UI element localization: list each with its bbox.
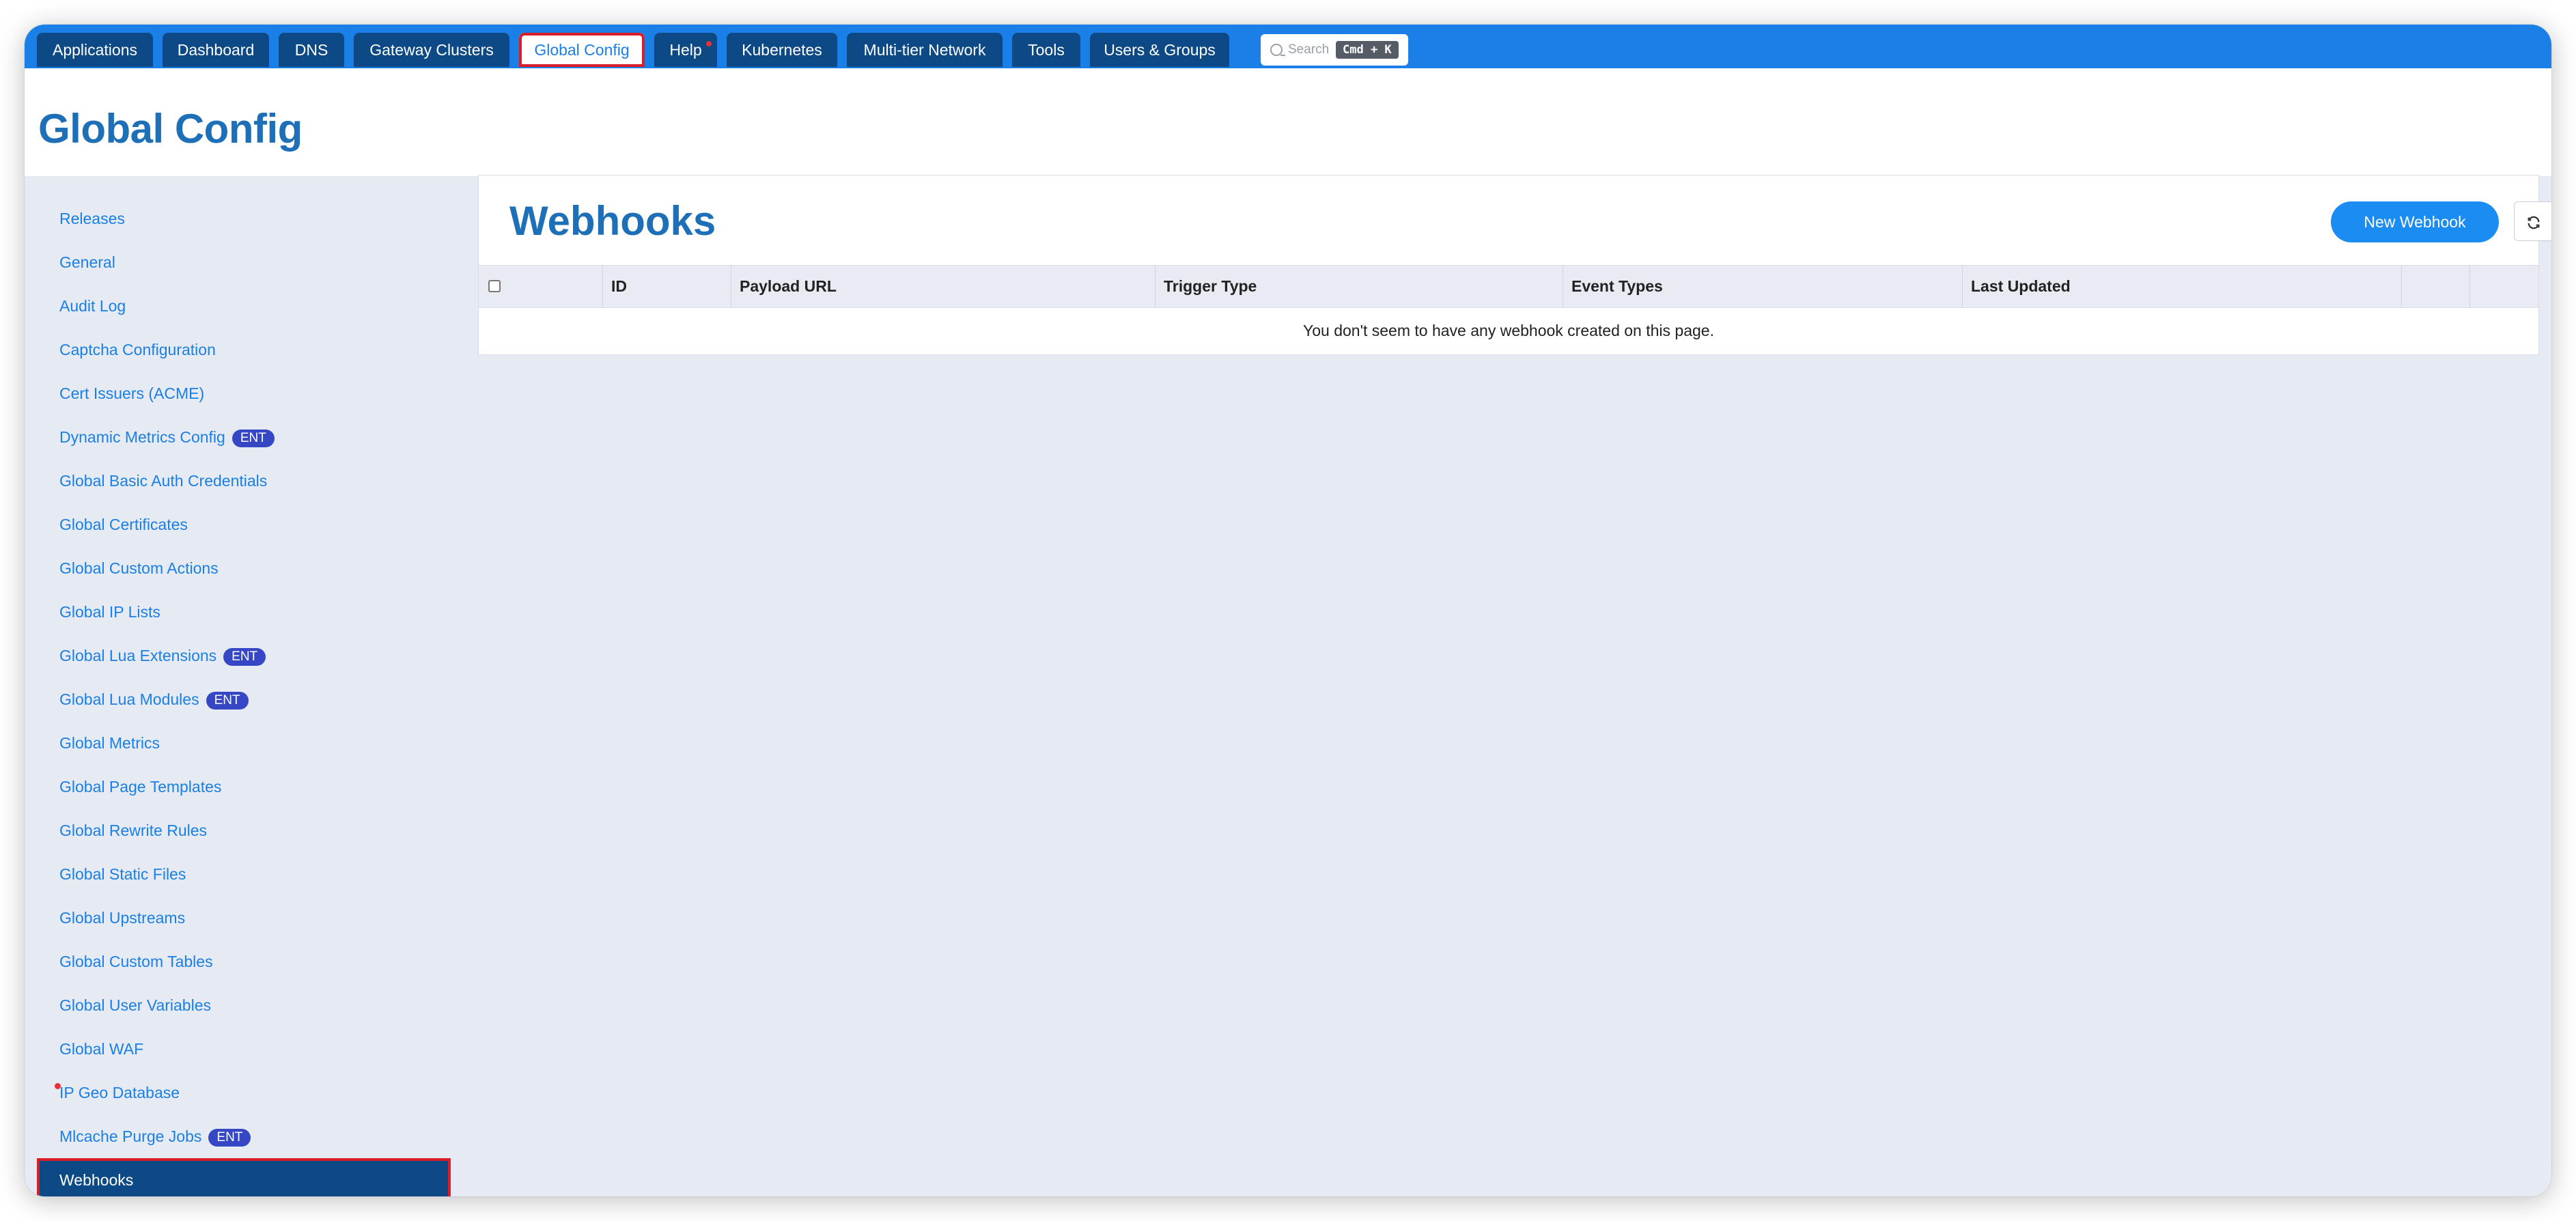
sidebar-item-global-waf[interactable]: Global WAF (37, 1027, 451, 1071)
tab-help[interactable]: Help (654, 33, 717, 67)
sidebar-item-label: Audit Log (59, 297, 126, 315)
column-payload-url[interactable]: Payload URL (731, 266, 1156, 307)
sidebar-item-label: Global Basic Auth Credentials (59, 472, 268, 490)
column-id[interactable]: ID (603, 266, 731, 307)
sidebar-item-audit-log[interactable]: Audit Log (37, 284, 451, 328)
search-icon (1270, 44, 1285, 56)
sidebar-item-captcha-configuration[interactable]: Captcha Configuration (37, 328, 451, 371)
tab-help-label: Help (669, 41, 702, 59)
sidebar-item-label: Global Rewrite Rules (59, 822, 208, 839)
sidebar-item-label: IP Geo Database (59, 1084, 180, 1101)
sidebar-item-label: Global IP Lists (59, 603, 160, 621)
select-all-checkbox[interactable] (488, 280, 501, 292)
sidebar-item-label: Cert Issuers (ACME) (59, 384, 205, 402)
refresh-icon (2528, 216, 2540, 229)
sidebar-item-global-lua-modules[interactable]: Global Lua Modules ENT (37, 677, 451, 721)
sidebar-item-global-lua-extensions[interactable]: Global Lua Extensions ENT (37, 634, 451, 677)
notification-dot (706, 41, 712, 46)
sidebar-item-label: Global User Variables (59, 996, 212, 1014)
sidebar-item-ip-geo-database[interactable]: IP Geo Database (37, 1071, 451, 1114)
page-header: Global Config (25, 68, 2551, 176)
tab-gateway-clusters[interactable]: Gateway Clusters (354, 33, 509, 67)
search-placeholder: Search (1288, 42, 1330, 57)
tab-kubernetes[interactable]: Kubernetes (727, 33, 837, 67)
tab-dashboard[interactable]: Dashboard (163, 33, 269, 67)
sidebar-item-label: Global Lua Extensions (59, 647, 217, 664)
sidebar-item-webhooks[interactable]: Webhooks (37, 1158, 451, 1196)
column-event-types[interactable]: Event Types (1563, 266, 1963, 307)
sidebar-item-label: General (59, 253, 115, 271)
search-box[interactable]: Search Cmd + K (1261, 34, 1408, 66)
ent-badge: ENT (232, 429, 275, 447)
sidebar-item-global-static-files[interactable]: Global Static Files (37, 852, 451, 896)
sidebar-item-global-metrics[interactable]: Global Metrics (37, 721, 451, 765)
sidebar-item-label: Global Custom Actions (59, 559, 219, 577)
sidebar-item-label: Global Certificates (59, 516, 188, 533)
ent-badge: ENT (206, 691, 249, 710)
empty-state-message: You don't seem to have any webhook creat… (1303, 322, 1714, 339)
sidebar: Releases General Audit Log Captcha Confi… (37, 197, 451, 1196)
sidebar-item-label: Webhooks (59, 1171, 134, 1189)
sidebar-item-global-rewrite-rules[interactable]: Global Rewrite Rules (37, 809, 451, 852)
column-extra (2470, 266, 2538, 307)
tab-global-config[interactable]: Global Config (519, 33, 645, 67)
tab-users-groups[interactable]: Users & Groups (1090, 33, 1229, 67)
tab-tools[interactable]: Tools (1012, 33, 1080, 67)
tab-dns[interactable]: DNS (279, 33, 344, 67)
table-header: ID Payload URL Trigger Type Event Types … (479, 265, 2538, 308)
sidebar-item-label: Mlcache Purge Jobs (59, 1127, 202, 1145)
top-navigation: Applications Dashboard DNS Gateway Clust… (25, 25, 2551, 68)
webhooks-panel: Webhooks New Webhook ID Payload URL Trig… (478, 175, 2551, 355)
sidebar-item-label: Global Static Files (59, 865, 186, 883)
sidebar-item-global-custom-actions[interactable]: Global Custom Actions (37, 546, 451, 590)
panel-title: Webhooks (509, 198, 716, 244)
sidebar-item-label: Global Lua Modules (59, 690, 199, 708)
new-webhook-button[interactable]: New Webhook (2331, 201, 2499, 242)
sidebar-item-dynamic-metrics-config[interactable]: Dynamic Metrics Config ENT (37, 415, 451, 459)
sidebar-item-label: Global WAF (59, 1040, 144, 1058)
sidebar-item-mlcache-purge-jobs[interactable]: Mlcache Purge Jobs ENT (37, 1114, 451, 1158)
sidebar-item-label: Global Upstreams (59, 909, 186, 927)
sidebar-item-label: Global Metrics (59, 734, 160, 752)
tab-multi-tier-network[interactable]: Multi-tier Network (847, 33, 1003, 67)
sidebar-item-label: Releases (59, 210, 125, 227)
sidebar-item-global-ip-lists[interactable]: Global IP Lists (37, 590, 451, 634)
app-window: Applications Dashboard DNS Gateway Clust… (25, 25, 2551, 1196)
sidebar-item-global-certificates[interactable]: Global Certificates (37, 503, 451, 546)
sidebar-item-releases[interactable]: Releases (37, 197, 451, 240)
ent-badge: ENT (208, 1128, 251, 1147)
column-last-updated[interactable]: Last Updated (1963, 266, 2402, 307)
sidebar-item-label: Captcha Configuration (59, 341, 216, 359)
sidebar-item-label: Global Page Templates (59, 778, 222, 796)
sidebar-item-global-user-variables[interactable]: Global User Variables (37, 983, 451, 1027)
select-column (479, 266, 603, 307)
tab-applications[interactable]: Applications (37, 33, 153, 67)
sidebar-item-global-custom-tables[interactable]: Global Custom Tables (37, 940, 451, 983)
sidebar-item-global-basic-auth-credentials[interactable]: Global Basic Auth Credentials (37, 459, 451, 503)
column-trigger-type[interactable]: Trigger Type (1156, 266, 1563, 307)
sidebar-item-general[interactable]: General (37, 240, 451, 284)
search-shortcut: Cmd + K (1336, 41, 1399, 59)
notification-dot (55, 1083, 61, 1089)
ent-badge: ENT (223, 647, 266, 666)
sidebar-item-cert-issuers[interactable]: Cert Issuers (ACME) (37, 371, 451, 415)
sidebar-item-global-page-templates[interactable]: Global Page Templates (37, 765, 451, 809)
page-title: Global Config (38, 106, 303, 152)
sidebar-item-global-upstreams[interactable]: Global Upstreams (37, 896, 451, 940)
sidebar-item-label: Global Custom Tables (59, 953, 213, 970)
column-actions (2402, 266, 2470, 307)
sidebar-item-label: Dynamic Metrics Config (59, 428, 225, 446)
refresh-button[interactable] (2514, 201, 2551, 241)
